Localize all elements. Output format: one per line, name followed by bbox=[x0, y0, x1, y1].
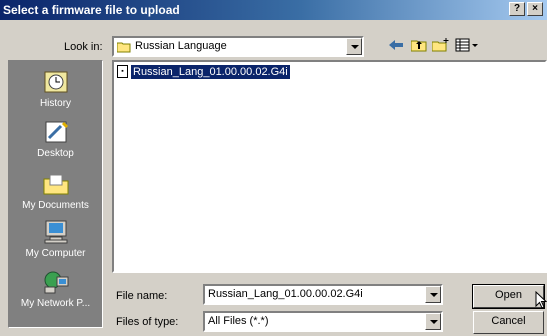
folder-icon bbox=[117, 42, 131, 53]
close-button[interactable]: × bbox=[527, 2, 543, 16]
history-icon bbox=[44, 71, 67, 93]
help-button[interactable]: ? bbox=[509, 2, 525, 16]
chevron-down-icon[interactable] bbox=[346, 38, 362, 55]
my-network-icon bbox=[44, 271, 68, 294]
place-my-network[interactable]: My Network P... bbox=[9, 269, 102, 309]
file-name-label: File name: bbox=[116, 290, 168, 302]
place-desktop[interactable]: Desktop bbox=[9, 119, 102, 159]
look-in-label: Look in: bbox=[64, 41, 103, 53]
look-in-value: Russian Language bbox=[135, 40, 227, 52]
files-of-type-label: Files of type: bbox=[116, 316, 179, 328]
back-icon[interactable] bbox=[386, 38, 406, 56]
chevron-down-icon[interactable] bbox=[425, 313, 441, 330]
dialog-title: Select a firmware file to upload bbox=[3, 3, 180, 17]
my-documents-icon bbox=[43, 174, 68, 195]
new-folder-icon[interactable] bbox=[431, 38, 451, 56]
place-my-computer[interactable]: My Computer bbox=[9, 219, 102, 259]
places-bar: History Desktop My Documents My Computer bbox=[8, 60, 103, 328]
place-label: Desktop bbox=[37, 148, 74, 159]
file-name-value: Russian_Lang_01.00.00.02.G4i bbox=[208, 288, 363, 300]
mouse-cursor-icon bbox=[535, 291, 547, 309]
title-bar: Select a firmware file to upload ? × bbox=[0, 0, 547, 20]
place-label: My Network P... bbox=[20, 298, 91, 309]
desktop-icon bbox=[45, 121, 68, 143]
place-label: My Documents bbox=[22, 200, 89, 211]
look-in-dropdown[interactable]: Russian Language bbox=[112, 36, 364, 57]
chevron-down-icon[interactable] bbox=[425, 286, 441, 303]
file-name-field[interactable]: Russian_Lang_01.00.00.02.G4i bbox=[203, 284, 443, 305]
up-folder-icon[interactable] bbox=[409, 38, 429, 56]
cancel-button[interactable]: Cancel bbox=[473, 311, 544, 334]
place-my-documents[interactable]: My Documents bbox=[9, 171, 102, 211]
files-of-type-value: All Files (*.*) bbox=[208, 315, 269, 327]
view-menu-icon[interactable] bbox=[454, 38, 480, 56]
place-history[interactable]: History bbox=[9, 69, 102, 109]
place-label: History bbox=[39, 98, 72, 109]
place-label: My Computer bbox=[25, 248, 86, 259]
file-list[interactable]: ▪ Russian_Lang_01.00.00.02.G4i bbox=[112, 60, 547, 273]
my-computer-icon bbox=[44, 220, 67, 244]
file-name-text: Russian_Lang_01.00.00.02.G4i bbox=[130, 64, 291, 80]
files-of-type-dropdown[interactable]: All Files (*.*) bbox=[203, 311, 443, 332]
file-icon: ▪ bbox=[117, 65, 128, 78]
open-button[interactable]: Open bbox=[472, 284, 545, 309]
